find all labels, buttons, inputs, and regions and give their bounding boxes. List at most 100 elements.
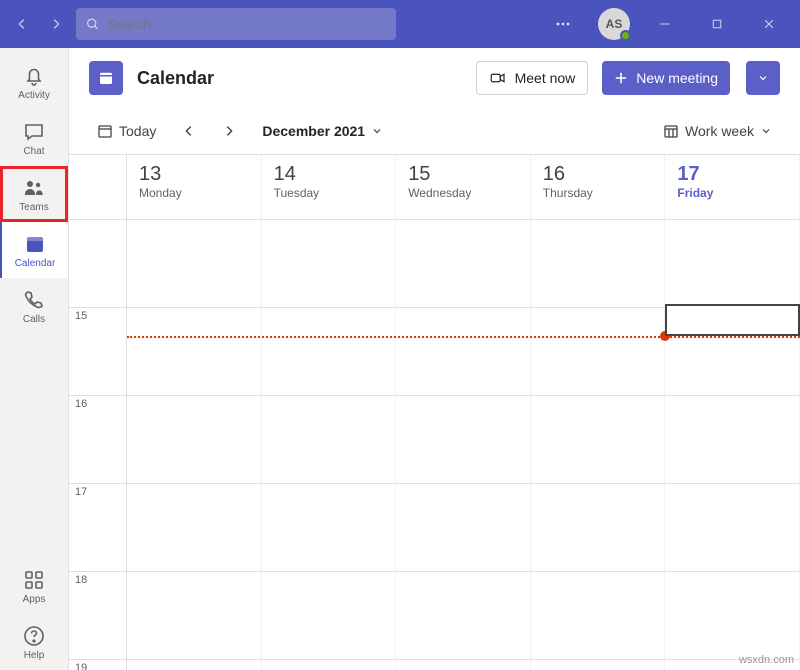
- rail-item-calls[interactable]: Calls: [0, 278, 68, 334]
- rail-item-teams[interactable]: Teams: [0, 166, 68, 222]
- current-time-indicator: [127, 336, 800, 338]
- day-name: Thursday: [543, 186, 653, 200]
- time-cell[interactable]: [396, 308, 531, 395]
- hour-row: 16: [69, 396, 800, 484]
- rail-item-activity[interactable]: Activity: [0, 54, 68, 110]
- more-options-button[interactable]: [540, 0, 586, 48]
- time-gutter-header: [69, 155, 127, 219]
- hour-label: 15: [69, 308, 127, 395]
- time-cell[interactable]: [127, 572, 262, 659]
- time-cell[interactable]: [531, 220, 666, 307]
- rail-item-help[interactable]: Help: [0, 614, 68, 670]
- time-cell[interactable]: [665, 484, 800, 571]
- watermark: wsxdn.com: [739, 654, 794, 666]
- day-header[interactable]: 16Thursday: [531, 155, 666, 219]
- time-cell[interactable]: [127, 660, 262, 670]
- hour-rows: 1516171819: [69, 220, 800, 670]
- avatar-initials: AS: [606, 17, 623, 31]
- day-header[interactable]: 17Friday: [665, 155, 800, 219]
- time-cell[interactable]: [531, 396, 666, 483]
- calendar-icon: [23, 232, 47, 256]
- phone-icon: [22, 288, 46, 312]
- time-cell[interactable]: [396, 220, 531, 307]
- time-cell[interactable]: [127, 396, 262, 483]
- meet-now-button[interactable]: Meet now: [476, 61, 589, 95]
- time-cell[interactable]: [665, 396, 800, 483]
- app-rail: Activity Chat Teams Calendar Calls Apps …: [0, 48, 68, 670]
- search-box[interactable]: [76, 8, 396, 40]
- month-label: December 2021: [262, 123, 365, 139]
- search-icon: [86, 17, 99, 31]
- day-header[interactable]: 13Monday: [127, 155, 262, 219]
- day-header[interactable]: 15Wednesday: [396, 155, 531, 219]
- chat-icon: [22, 120, 46, 144]
- window-maximize-button[interactable]: [694, 0, 740, 48]
- day-header[interactable]: 14Tuesday: [262, 155, 397, 219]
- time-cell[interactable]: [665, 220, 800, 307]
- time-cell[interactable]: [262, 484, 397, 571]
- time-cell[interactable]: [396, 396, 531, 483]
- time-cell[interactable]: [127, 308, 262, 395]
- rail-label: Calendar: [15, 258, 56, 269]
- hour-label: 17: [69, 484, 127, 571]
- main-content: Calendar Meet now New meeting Today D: [68, 48, 800, 670]
- time-cell[interactable]: [262, 660, 397, 670]
- today-label: Today: [119, 123, 156, 139]
- window-close-button[interactable]: [746, 0, 792, 48]
- time-cell[interactable]: [396, 572, 531, 659]
- hour-label: 18: [69, 572, 127, 659]
- day-name: Monday: [139, 186, 249, 200]
- day-number: 14: [274, 163, 384, 186]
- time-cell[interactable]: [396, 660, 531, 670]
- rail-label: Help: [24, 650, 45, 661]
- time-cell[interactable]: [531, 484, 666, 571]
- time-cell[interactable]: [262, 396, 397, 483]
- page-header: Calendar Meet now New meeting: [69, 48, 800, 108]
- day-headers: 13Monday14Tuesday15Wednesday16Thursday17…: [69, 154, 800, 220]
- time-cell[interactable]: [262, 308, 397, 395]
- view-label: Work week: [685, 123, 754, 139]
- day-name: Wednesday: [408, 186, 518, 200]
- selected-time-slot[interactable]: [665, 304, 800, 336]
- prev-period-button[interactable]: [174, 116, 204, 146]
- window-minimize-button[interactable]: [642, 0, 688, 48]
- hour-label: [69, 220, 127, 307]
- today-button[interactable]: Today: [89, 116, 164, 146]
- rail-label: Calls: [23, 314, 45, 325]
- rail-item-apps[interactable]: Apps: [0, 558, 68, 614]
- search-input[interactable]: [107, 16, 386, 32]
- month-picker[interactable]: December 2021: [254, 116, 391, 146]
- time-cell[interactable]: [531, 572, 666, 659]
- profile-avatar[interactable]: AS: [598, 8, 630, 40]
- chevron-left-icon: [182, 124, 196, 138]
- time-cell[interactable]: [531, 660, 666, 670]
- chevron-right-icon: [222, 124, 236, 138]
- view-switcher[interactable]: Work week: [655, 116, 780, 146]
- rail-label: Chat: [23, 146, 44, 157]
- presence-indicator: [620, 30, 631, 41]
- day-number: 13: [139, 163, 249, 186]
- day-number: 16: [543, 163, 653, 186]
- next-period-button[interactable]: [214, 116, 244, 146]
- nav-forward-button[interactable]: [42, 10, 70, 38]
- time-cell[interactable]: [396, 484, 531, 571]
- view-icon: [663, 123, 679, 139]
- time-cell[interactable]: [665, 572, 800, 659]
- new-meeting-dropdown[interactable]: [746, 61, 780, 95]
- time-cell[interactable]: [262, 220, 397, 307]
- hour-row: 18: [69, 572, 800, 660]
- new-meeting-button[interactable]: New meeting: [602, 61, 730, 95]
- page-title: Calendar: [137, 68, 214, 89]
- nav-back-button[interactable]: [8, 10, 36, 38]
- calendar-grid[interactable]: 1516171819 wsxdn.com: [69, 220, 800, 670]
- day-name: Friday: [677, 186, 787, 200]
- chevron-down-icon: [757, 72, 769, 84]
- day-number: 17: [677, 163, 787, 186]
- time-cell[interactable]: [262, 572, 397, 659]
- rail-item-chat[interactable]: Chat: [0, 110, 68, 166]
- rail-item-calendar[interactable]: Calendar: [0, 222, 68, 278]
- time-cell[interactable]: [127, 220, 262, 307]
- new-meeting-label: New meeting: [636, 70, 718, 86]
- time-cell[interactable]: [127, 484, 262, 571]
- time-cell[interactable]: [531, 308, 666, 395]
